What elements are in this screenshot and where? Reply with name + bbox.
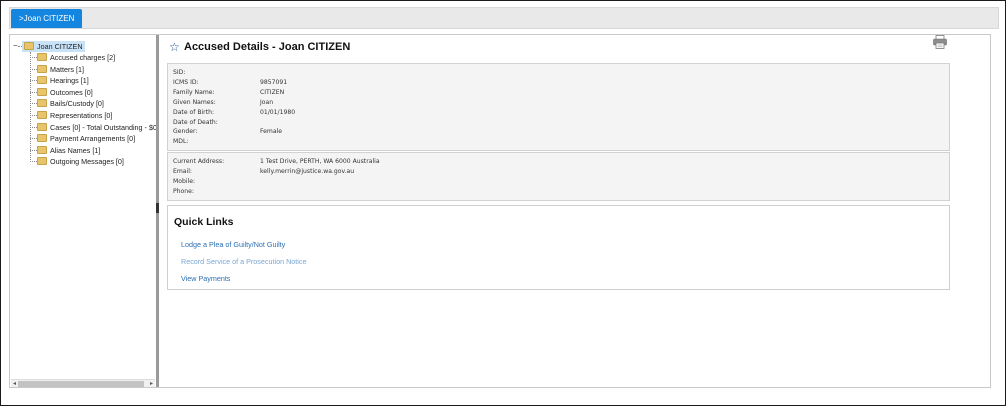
detail-row: ICMS ID: 9857091 <box>173 78 287 88</box>
tree-item-label: Bails/Custody [0] <box>50 99 104 109</box>
detail-value: 1 Test Drive, PERTH, WA 6000 Australia <box>260 158 380 165</box>
tree-item-label: Outcomes [0] <box>50 87 93 97</box>
detail-label: MDL: <box>173 138 189 146</box>
folder-icon <box>37 157 47 166</box>
folder-icon <box>37 53 47 62</box>
tab-bar: >Joan CITIZEN <box>9 7 999 29</box>
tree-connector <box>30 80 37 82</box>
tree-connector <box>30 57 37 58</box>
tree-connector <box>30 68 37 70</box>
detail-label: Email: <box>173 167 192 175</box>
detail-row: Phone: <box>173 187 260 197</box>
tab-joan-citizen[interactable]: >Joan CITIZEN <box>11 9 83 28</box>
quick-link[interactable]: View Payments <box>181 274 230 283</box>
scrollbar-thumb[interactable] <box>18 381 144 387</box>
scroll-right-icon[interactable]: ▸ <box>148 380 155 387</box>
tree-item-label: Representations [0] <box>50 111 113 120</box>
folder-icon <box>37 145 47 154</box>
folder-icon <box>37 111 47 120</box>
detail-row: Given Names: Joan <box>173 98 273 108</box>
tree-connector <box>30 103 37 105</box>
star-icon[interactable]: ☆ <box>169 40 180 54</box>
detail-label: Given Names: <box>173 98 216 106</box>
work-area: − Joan CITIZEN Accused charges [2] Matter… <box>9 34 991 388</box>
detail-label: ICMS ID: <box>173 78 199 86</box>
folder-icon <box>24 42 34 51</box>
tree-connector <box>30 138 37 140</box>
collapse-icon[interactable]: − <box>13 41 18 50</box>
tree-connector <box>30 126 37 128</box>
tree-item[interactable]: Representations [0] <box>37 110 112 121</box>
personal-details-panel: SID: ICMS ID: 9857091 Family Name: CITIZEN Gi… <box>167 63 950 151</box>
quick-links-panel: Quick Links Lodge a Plea of Guilty/Not G… <box>167 205 950 290</box>
detail-row: SID: <box>173 68 260 78</box>
tree-connector <box>30 91 37 93</box>
quick-link[interactable]: Lodge a Plea of Guilty/Not Guilty <box>181 240 285 249</box>
detail-label: Date of Death: <box>173 118 218 126</box>
tree-item[interactable]: Accused charges [2] <box>37 52 115 63</box>
quick-links-title: Quick Links <box>174 216 234 228</box>
page-title: Accused Details - Joan CITIZEN <box>184 41 351 53</box>
tree-connector <box>30 149 37 151</box>
detail-label: Date of Birth: <box>173 108 214 116</box>
detail-label: Phone: <box>173 187 194 195</box>
detail-value: Joan <box>260 98 274 106</box>
folder-icon <box>37 76 47 85</box>
detail-label: Mobile: <box>173 177 196 185</box>
tree-item-label: Accused charges [2] <box>50 53 116 62</box>
contact-details-panel: Current Address: 1 Test Drive, PERTH, WA … <box>167 152 950 201</box>
print-icon[interactable] <box>933 35 947 49</box>
folder-icon <box>37 99 47 108</box>
detail-label: SID: <box>173 69 186 76</box>
tree-item[interactable]: Bails/Custody [0] <box>37 98 104 109</box>
detail-value: kelly.merrin@justice.wa.gov.au <box>260 167 355 175</box>
tree-horizontal-scrollbar[interactable]: ◂ ▸ <box>11 379 155 387</box>
folder-icon <box>37 134 47 143</box>
detail-label: Gender: <box>173 128 198 136</box>
scroll-left-icon[interactable]: ◂ <box>11 380 18 387</box>
tree-item[interactable]: Payment Arrangements [0] <box>37 133 135 144</box>
navigation-tree: − Joan CITIZEN Accused charges [2] Matter… <box>10 35 156 387</box>
tree-item[interactable]: Matters [1] <box>37 64 84 75</box>
tree-item[interactable]: Cases [0] - Total Outstanding - $0.00 <box>37 122 156 133</box>
tree-connector <box>30 161 37 163</box>
details-pane: ☆ Accused Details - Joan CITIZEN SID: ICM… <box>159 35 990 387</box>
detail-row: Date of Death: <box>173 118 260 128</box>
tree-item-label: Hearings [1] <box>50 76 89 86</box>
detail-row: Date of Birth: 01/01/1980 <box>173 108 295 118</box>
tree-item[interactable]: Outcomes [0] <box>37 87 93 98</box>
tree-root-label: Joan CITIZEN <box>37 42 83 51</box>
quick-link[interactable]: Record Service of a Prosecution Notice <box>181 257 306 266</box>
tree-item-label: Outgoing Messages [0] <box>50 157 124 167</box>
tree-connector <box>30 115 37 116</box>
detail-row: Gender: Female <box>173 127 282 137</box>
folder-icon <box>37 64 47 73</box>
detail-row: Email: kelly.merrin@justice.wa.gov.au <box>173 167 354 177</box>
tree-item[interactable]: Outgoing Messages [0] <box>37 156 124 167</box>
tree-item-label: Alias Names [1] <box>50 145 101 155</box>
tree-item-label: Payment Arrangements [0] <box>50 134 136 144</box>
tree-item[interactable]: Hearings [1] <box>37 75 89 86</box>
detail-value: CITIZEN <box>260 88 285 96</box>
tree-item-label: Cases [0] - Total Outstanding - $0.00 <box>50 122 156 132</box>
app-window: >Joan CITIZEN − Joan CITIZEN Accused cha… <box>0 0 1006 406</box>
detail-row: Family Name: CITIZEN <box>173 88 284 98</box>
detail-label: Family Name: <box>173 88 215 96</box>
detail-value: Female <box>260 128 283 136</box>
tree-item[interactable]: Alias Names [1] <box>37 145 100 156</box>
detail-row: Current Address: 1 Test Drive, PERTH, WA … <box>173 157 380 167</box>
folder-icon <box>37 87 47 96</box>
detail-value: 01/01/1980 <box>260 108 296 116</box>
detail-row: MDL: <box>173 137 260 147</box>
detail-row: Mobile: <box>173 177 260 187</box>
detail-value: 9857091 <box>260 78 288 86</box>
tree-item-label: Matters [1] <box>50 64 84 74</box>
detail-label: Current Address: <box>173 158 225 165</box>
folder-icon <box>37 122 47 131</box>
